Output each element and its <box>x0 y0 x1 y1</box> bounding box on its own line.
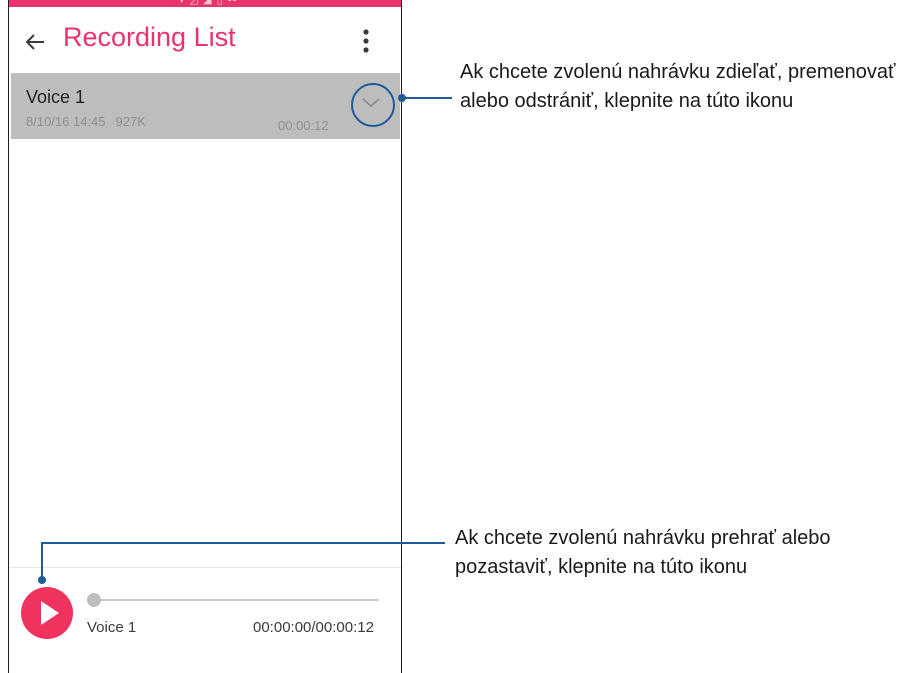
recording-name: Voice 1 <box>26 87 86 107</box>
app-bar: Recording List <box>9 7 401 73</box>
seek-thumb[interactable] <box>87 593 101 607</box>
status-bar: ▾ ◿ ◢ ▯ ▪▪ <box>9 0 401 7</box>
more-vertical-icon[interactable] <box>359 28 373 56</box>
recording-meta: 8/10/16 14:45 927K <box>26 114 146 129</box>
arrow-left-icon[interactable] <box>24 31 46 53</box>
recording-list-item[interactable]: Voice 1 8/10/16 14:45 927K 00:00:12 <box>11 73 400 139</box>
callout-options-hint: Ak chcete zvolenú nahrávku zdieľať, prem… <box>460 61 896 112</box>
play-button[interactable] <box>21 587 73 639</box>
chevron-down-icon[interactable] <box>353 84 389 120</box>
recording-duration: 00:00:12 <box>278 118 329 133</box>
page-title: Recording List <box>63 22 236 52</box>
status-icons: ▾ ◿ ◢ ▯ ▪▪ <box>179 0 238 6</box>
play-icon <box>41 601 59 625</box>
recording-size: 927K <box>115 114 146 129</box>
player-track-name: Voice 1 <box>87 619 137 636</box>
callout-play-hint: Ak chcete zvolenú nahrávku prehrať alebo… <box>455 527 831 578</box>
seek-bar[interactable] <box>92 599 379 601</box>
phone-screen: ▾ ◿ ◢ ▯ ▪▪ Recording List Voice 1 8/10/1… <box>8 0 402 673</box>
player-time: 00:00:00/00:00:12 <box>253 619 374 636</box>
recording-date: 8/10/16 14:45 <box>26 114 106 129</box>
player-divider <box>9 567 401 568</box>
